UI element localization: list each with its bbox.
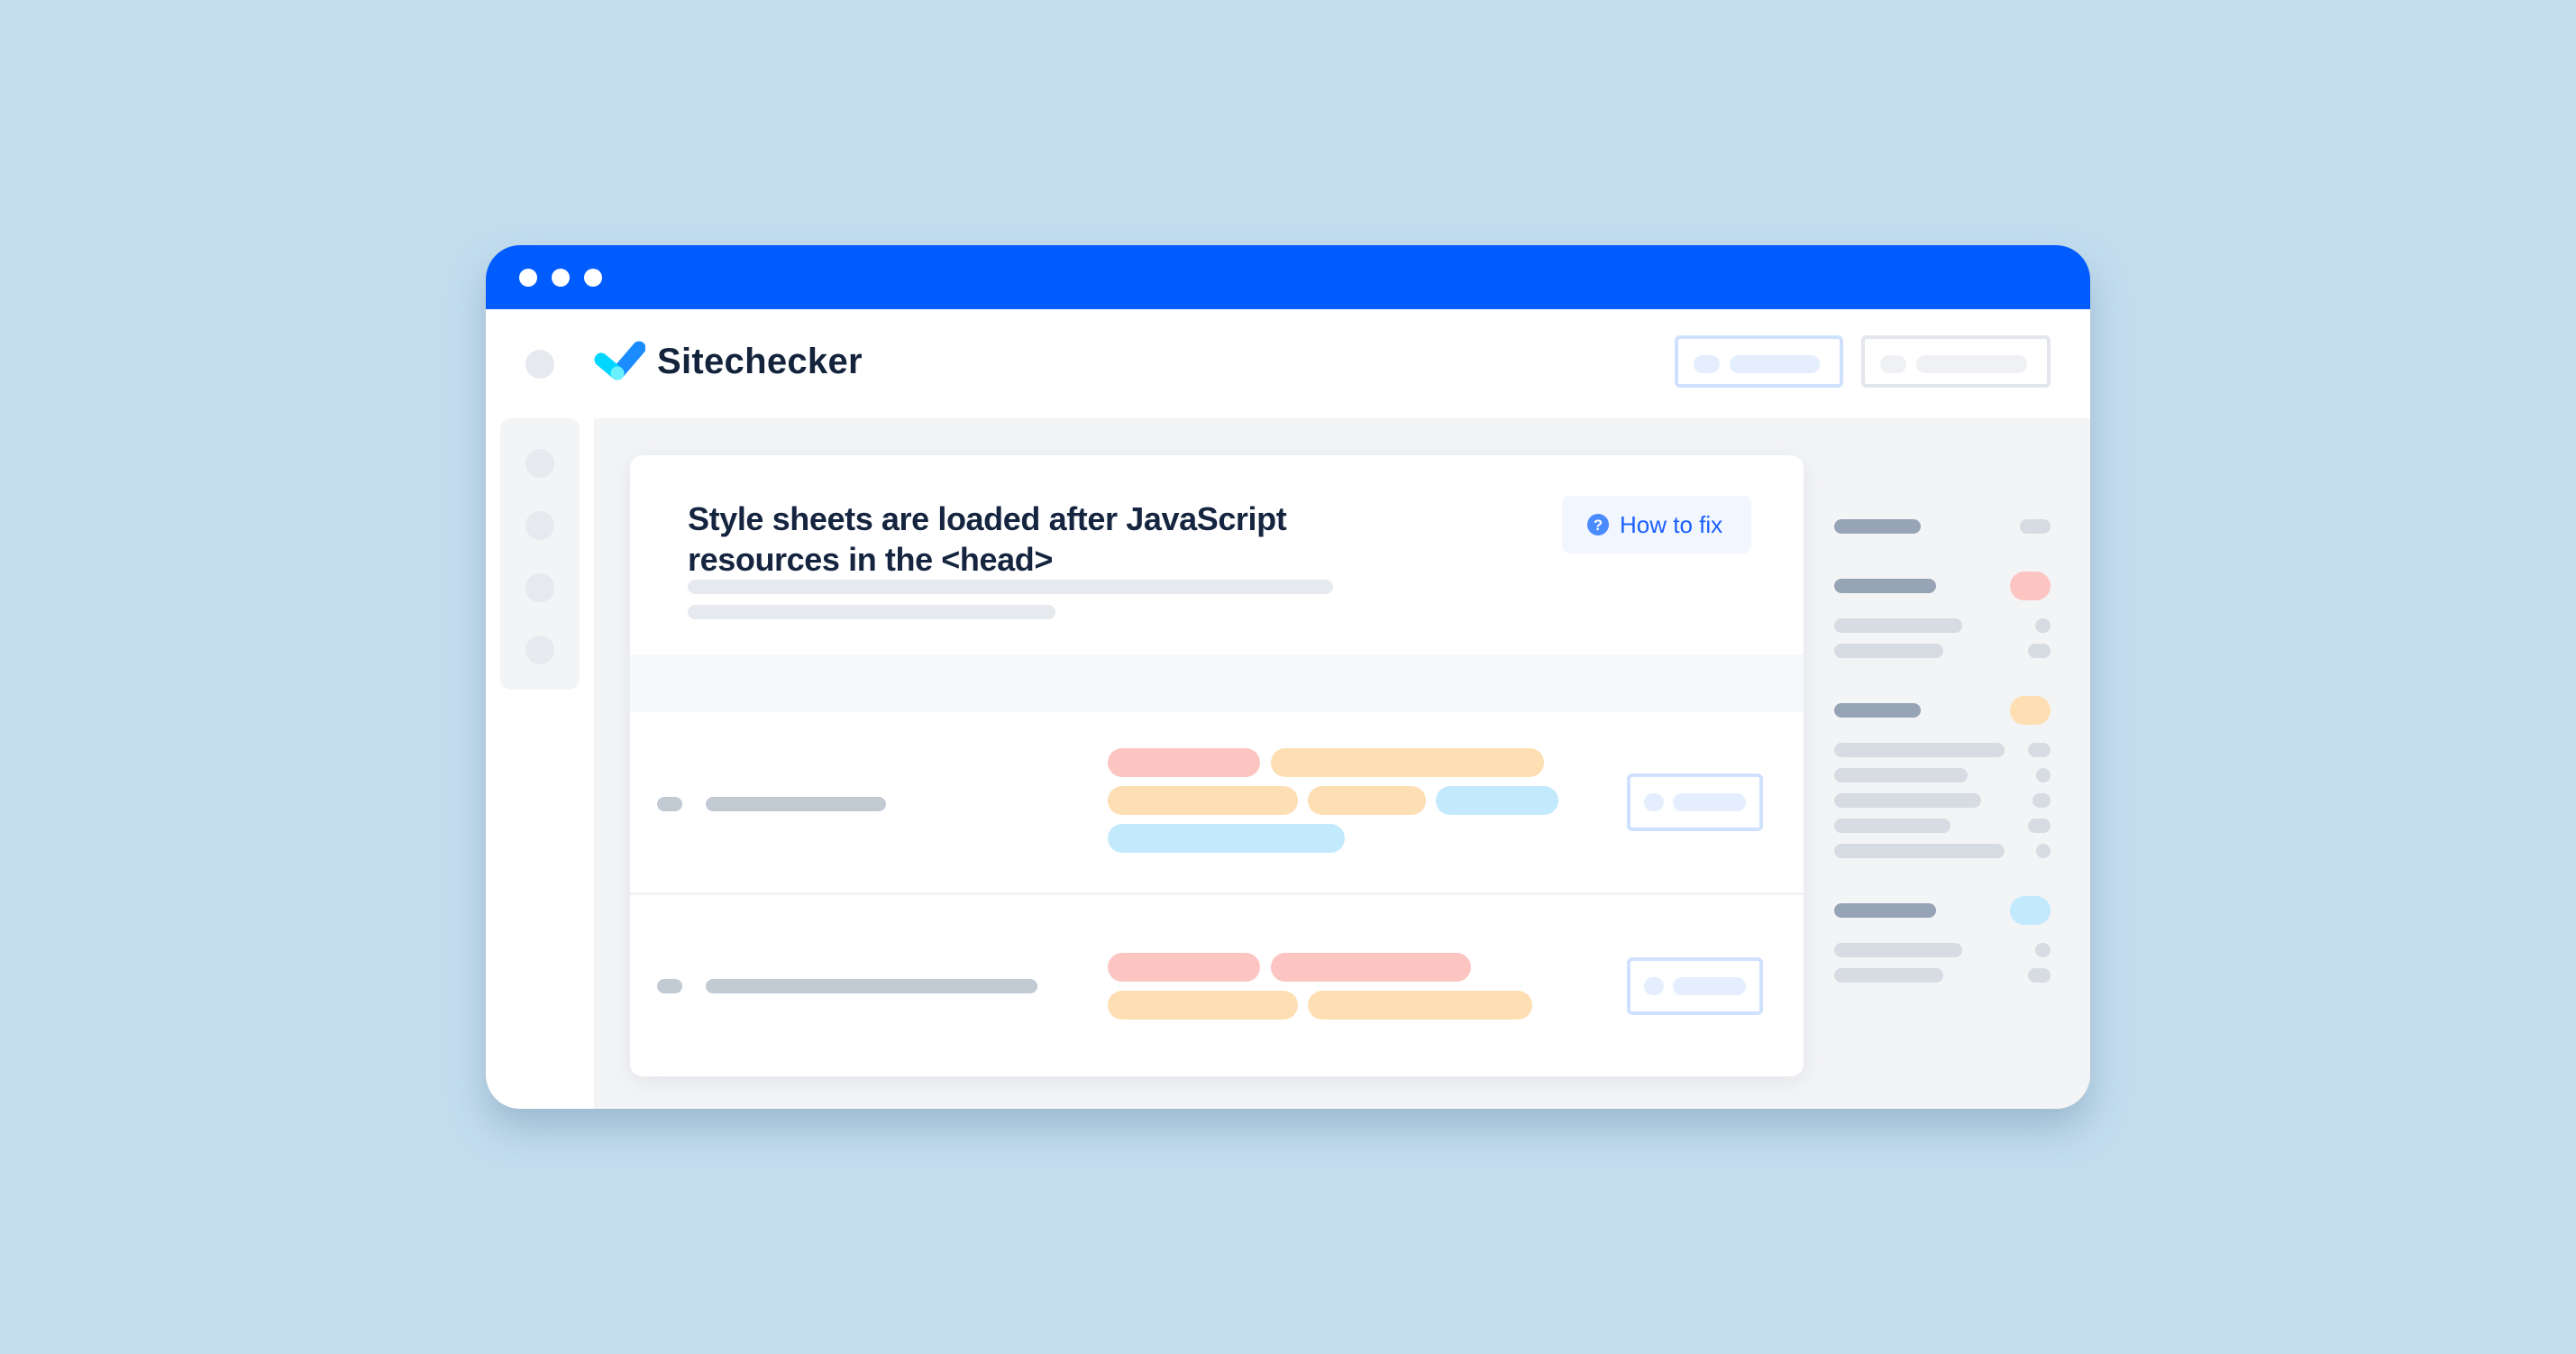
tag-orange <box>1308 991 1532 1020</box>
row-action-button[interactable] <box>1627 957 1763 1015</box>
secondary-placeholder-button[interactable] <box>1861 335 2051 388</box>
list-item-placeholder[interactable] <box>1834 768 1968 782</box>
count-placeholder <box>2035 943 2051 957</box>
count-placeholder <box>2036 768 2051 782</box>
row-icon-placeholder <box>657 979 682 993</box>
section-title-placeholder[interactable] <box>1834 519 1921 534</box>
button-icon-placeholder <box>1644 793 1664 811</box>
app-header: Sitechecker <box>486 309 2090 418</box>
checkmark-logo-icon <box>594 341 645 380</box>
list-item-placeholder[interactable] <box>1834 743 2005 757</box>
row-icon-placeholder <box>657 797 682 811</box>
count-placeholder <box>2028 644 2051 658</box>
row-url-placeholder <box>706 979 1037 993</box>
count-placeholder <box>2020 519 2051 534</box>
tag-red <box>1108 748 1260 777</box>
tag-red <box>1271 953 1471 982</box>
button-label-placeholder <box>1730 355 1820 373</box>
left-sidebar <box>500 418 580 690</box>
avatar[interactable] <box>525 350 554 379</box>
count-placeholder <box>2028 819 2051 833</box>
issue-title-line: Style sheets are loaded after JavaScript <box>688 500 1287 537</box>
section-title-placeholder[interactable] <box>1834 903 1936 918</box>
button-label-placeholder <box>1673 793 1746 811</box>
window-control-dot[interactable] <box>519 269 537 287</box>
table-header <box>630 654 1804 712</box>
count-placeholder <box>2035 618 2051 633</box>
sidebar-item[interactable] <box>525 511 554 540</box>
window-titlebar <box>486 245 2090 309</box>
table-row[interactable] <box>630 712 1804 895</box>
list-item-placeholder[interactable] <box>1834 844 2005 858</box>
issue-title-line: resources in the <head> <box>688 541 1053 578</box>
main-content: Style sheets are loaded after JavaScript… <box>594 418 2090 1109</box>
tag-orange <box>1271 748 1544 777</box>
list-item-placeholder[interactable] <box>1834 793 1981 808</box>
issue-title: Style sheets are loaded after JavaScript… <box>688 499 1287 580</box>
primary-placeholder-button[interactable] <box>1675 335 1843 388</box>
brand-name: Sitechecker <box>657 342 863 381</box>
browser-window: Sitechecker Style sheets are loaded afte… <box>486 245 2090 1109</box>
status-badge-blue <box>2010 896 2051 925</box>
tag-orange <box>1108 786 1298 815</box>
section-title-placeholder[interactable] <box>1834 703 1921 718</box>
count-placeholder <box>2036 844 2051 858</box>
sidebar-item[interactable] <box>525 573 554 602</box>
list-item-placeholder[interactable] <box>1834 644 1943 658</box>
button-icon-placeholder <box>1644 977 1664 995</box>
section-title-placeholder[interactable] <box>1834 579 1936 593</box>
tag-orange <box>1308 786 1426 815</box>
tag-blue <box>1436 786 1558 815</box>
window-control-dot[interactable] <box>552 269 570 287</box>
description-placeholder <box>688 580 1333 594</box>
row-action-button[interactable] <box>1627 773 1763 831</box>
count-placeholder <box>2032 793 2051 808</box>
how-to-fix-label: How to fix <box>1620 510 1723 538</box>
button-icon-placeholder <box>1694 355 1720 373</box>
button-label-placeholder <box>1916 355 2027 373</box>
window-control-dot[interactable] <box>584 269 602 287</box>
tag-red <box>1108 953 1260 982</box>
tag-blue <box>1108 824 1345 853</box>
table-row[interactable] <box>630 895 1804 1076</box>
list-item-placeholder[interactable] <box>1834 943 1962 957</box>
status-badge-orange <box>2010 696 2051 725</box>
question-icon: ? <box>1587 514 1609 535</box>
issue-card: Style sheets are loaded after JavaScript… <box>630 455 1804 1076</box>
count-placeholder <box>2028 968 2051 983</box>
sidebar-item[interactable] <box>525 449 554 478</box>
list-item-placeholder[interactable] <box>1834 618 1962 633</box>
button-label-placeholder <box>1673 977 1746 995</box>
button-icon-placeholder <box>1880 355 1906 373</box>
status-badge-red <box>2010 572 2051 600</box>
sidebar-item[interactable] <box>525 636 554 664</box>
description-placeholder <box>688 605 1055 619</box>
tag-orange <box>1108 991 1298 1020</box>
row-url-placeholder <box>706 797 886 811</box>
how-to-fix-button[interactable]: ? How to fix <box>1562 496 1751 553</box>
list-item-placeholder[interactable] <box>1834 819 1950 833</box>
count-placeholder <box>2028 743 2051 757</box>
list-item-placeholder[interactable] <box>1834 968 1943 983</box>
